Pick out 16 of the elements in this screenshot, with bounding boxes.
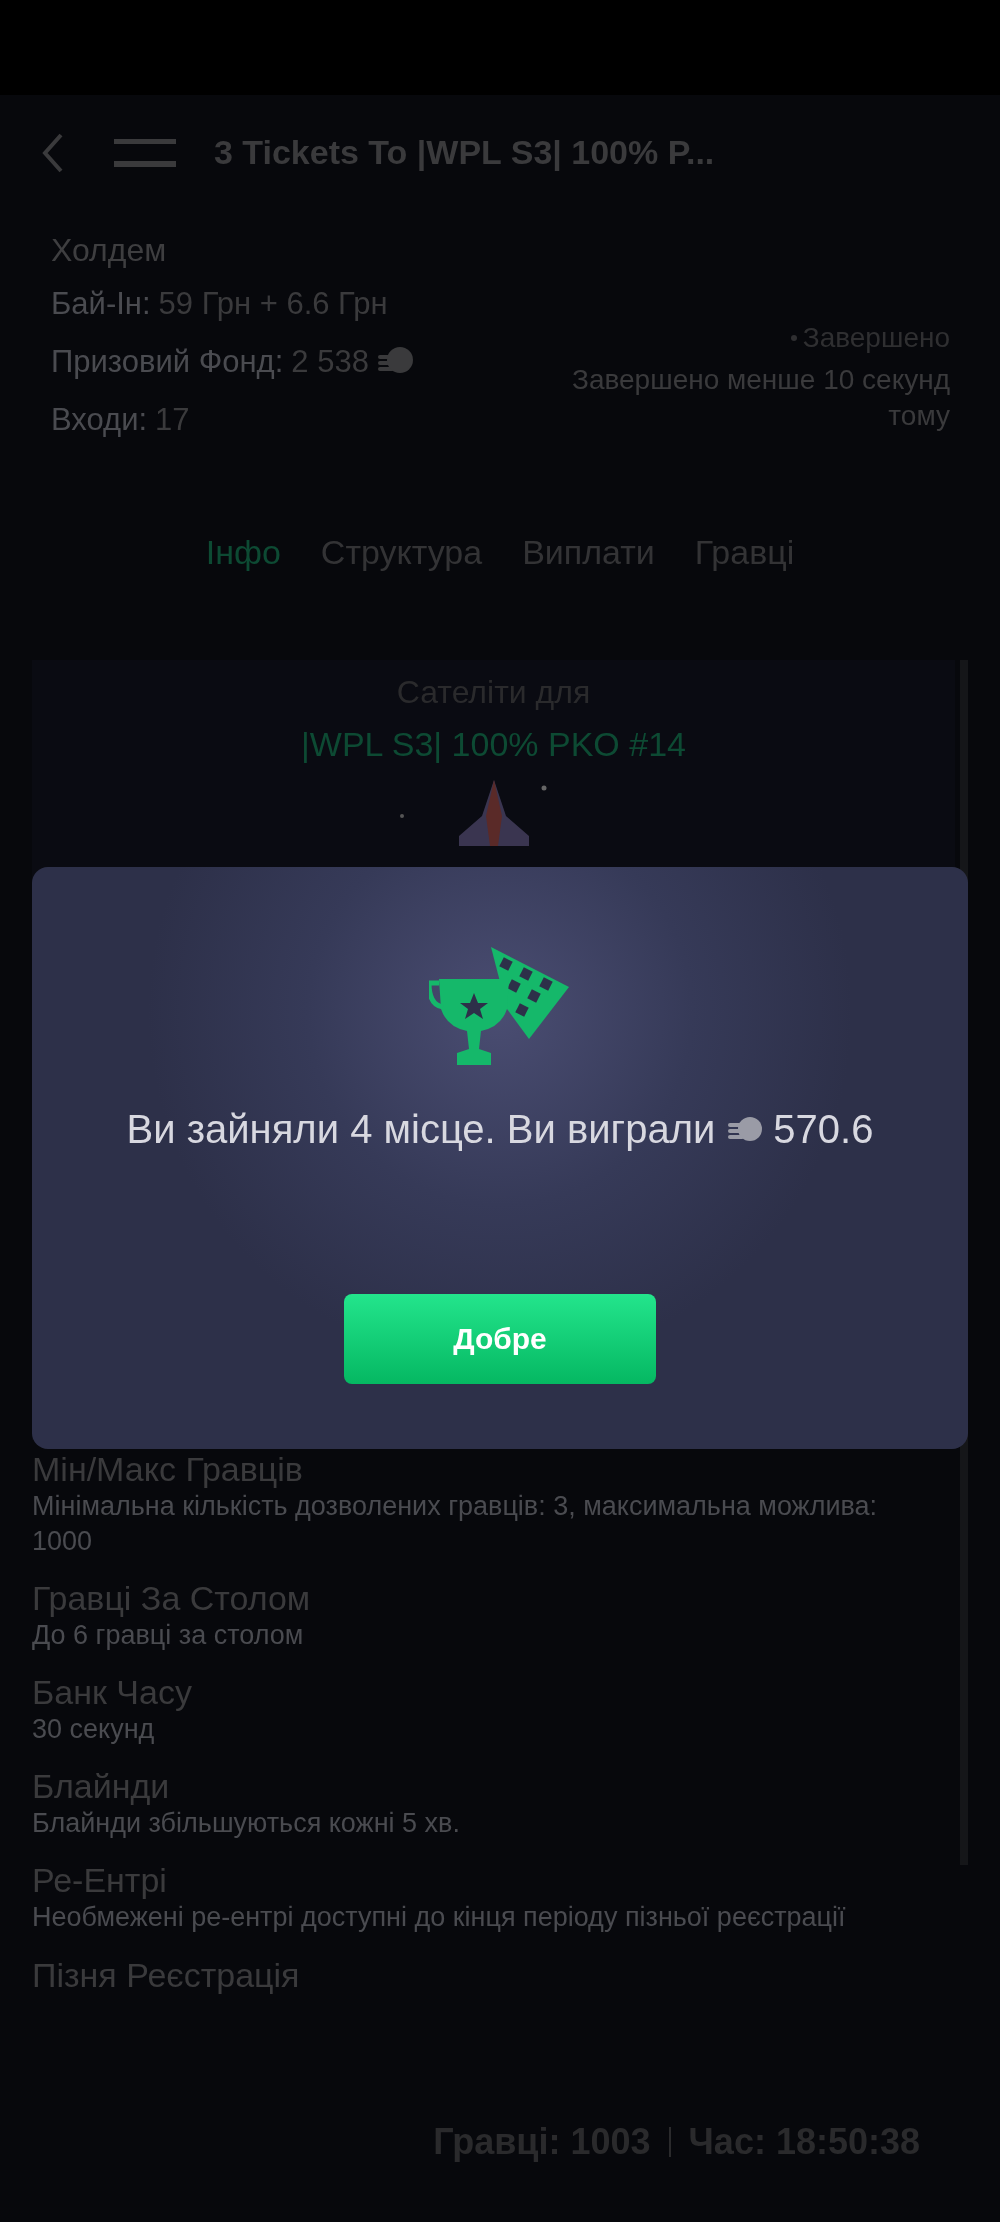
result-message: Ви зайняли 4 місце. Ви виграли (126, 1107, 716, 1152)
detail-text: Блайнди збільшуються кожні 5 хв. (32, 1807, 461, 1841)
detail-text: Мінімальна кількість дозволених гравців: 3, максимальна можлива: 1000 (32, 1490, 879, 1559)
detail-text: До 6 гравці за столом (32, 1619, 305, 1653)
detail-text: 30 секунд (32, 1713, 156, 1747)
buy-in-label: Бай-Ін: (51, 286, 151, 322)
prize-amount: 570.6 (773, 1107, 874, 1152)
tab[interactable]: Інфо (205, 525, 281, 580)
banner-target: |WPL S3| 100% PKO #14 (301, 725, 686, 764)
status-dot-icon (790, 335, 797, 341)
detail-text: Необмежені ре-ентрі доступні до кінця періоду пізньої реєстрації (32, 1901, 847, 1935)
back-icon[interactable] (42, 132, 64, 173)
ok-button[interactable]: Добре (344, 1294, 656, 1384)
entries-label: Входи: (51, 402, 148, 438)
prize-pool-label: Призовий Фонд: (51, 344, 284, 380)
menu-icon[interactable] (114, 138, 176, 167)
